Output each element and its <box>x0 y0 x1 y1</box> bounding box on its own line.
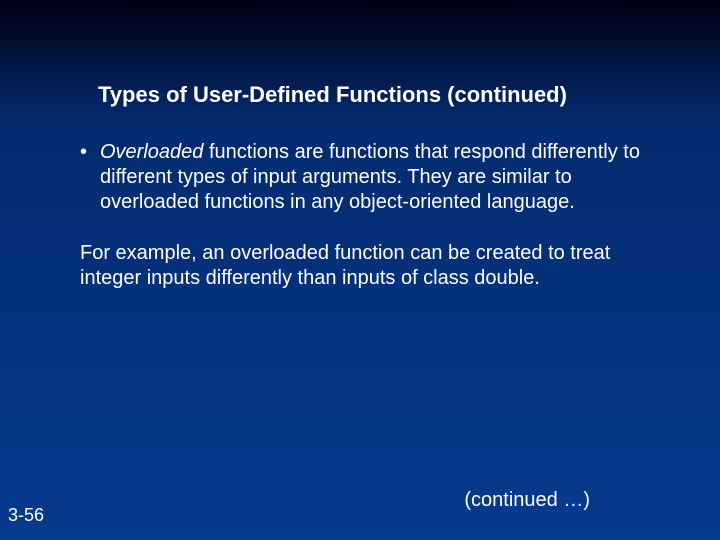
bullet-item: • Overloaded functions are functions tha… <box>80 140 640 215</box>
slide-title: Types of User-Defined Functions (continu… <box>98 82 660 108</box>
bullet-text: Overloaded functions are functions that … <box>100 140 640 215</box>
continued-label: (continued …) <box>464 489 590 512</box>
slide: Types of User-Defined Functions (continu… <box>0 0 720 540</box>
slide-body: • Overloaded functions are functions tha… <box>80 140 640 291</box>
paragraph-2: For example, an overloaded function can … <box>80 241 640 291</box>
page-number: 3-56 <box>8 505 44 526</box>
bullet-dot-icon: • <box>80 140 100 215</box>
bullet-lead-word: Overloaded <box>100 141 203 163</box>
